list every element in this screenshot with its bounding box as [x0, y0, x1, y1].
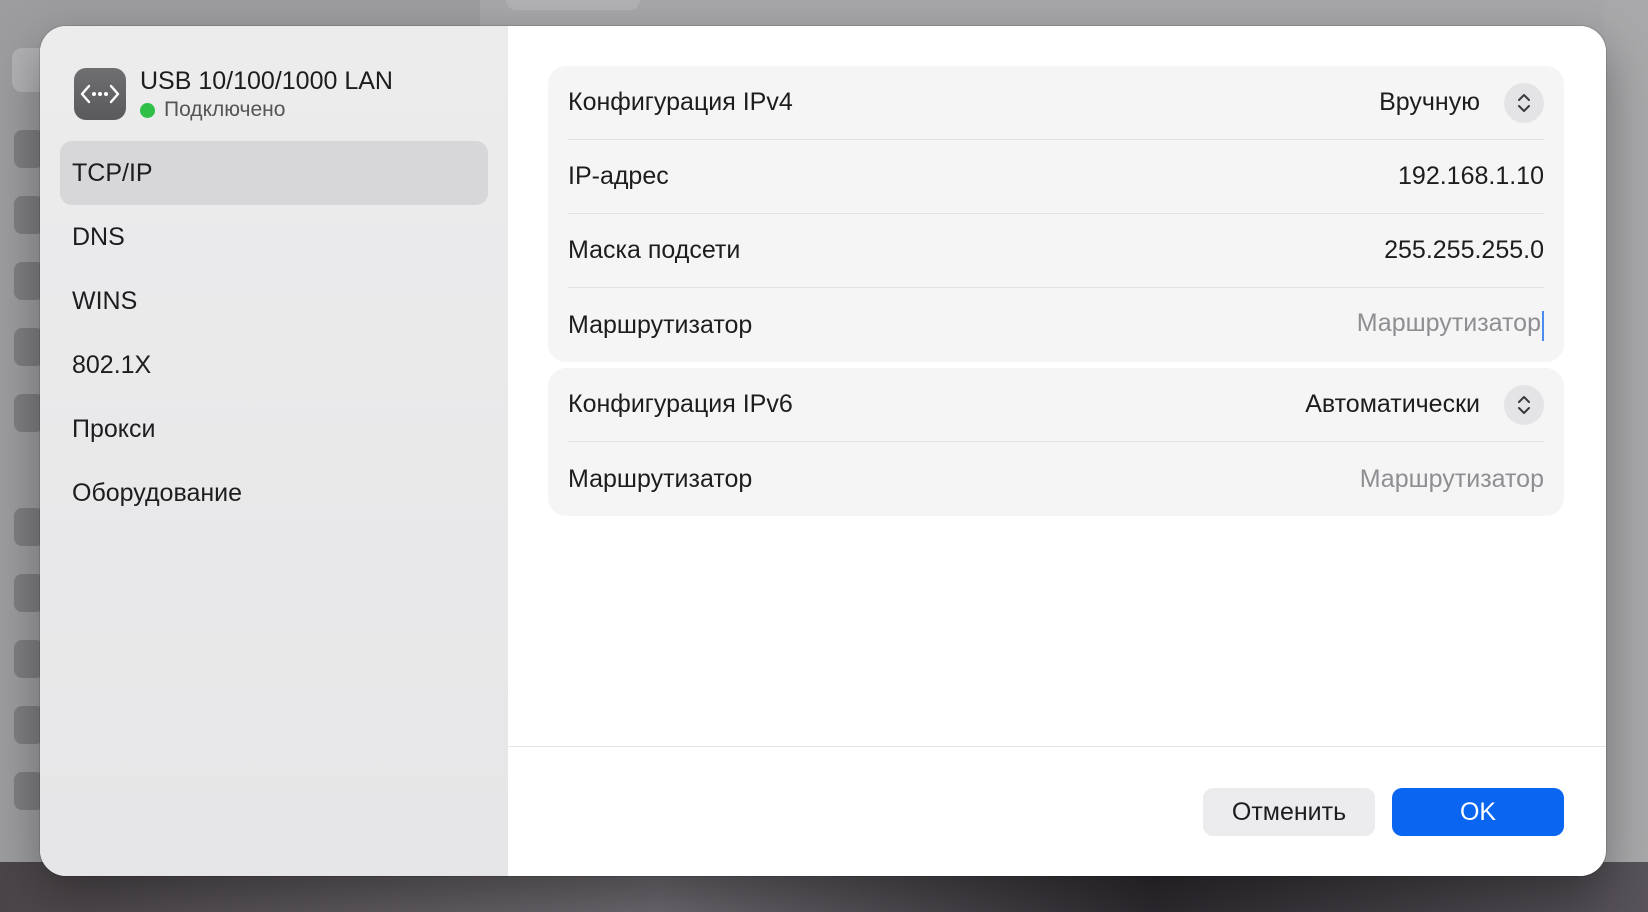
ipv4-group: Конфигурация IPv4 Вручную IP-адрес 192.1…	[548, 66, 1564, 362]
dialog-sidebar: USB 10/100/1000 LAN Подключено TCP/IP DN…	[40, 26, 508, 876]
sidebar-item-dns[interactable]: DNS	[60, 205, 488, 269]
subnet-mask-field[interactable]: 255.255.255.0	[1384, 236, 1544, 265]
device-name: USB 10/100/1000 LAN	[140, 67, 393, 95]
ipv4-config-label: Конфигурация IPv4	[568, 88, 793, 116]
background-right-edge	[1604, 0, 1648, 862]
subnet-mask-label: Маска подсети	[568, 236, 741, 264]
sidebar-item-proxies[interactable]: Прокси	[60, 397, 488, 461]
sidebar-item-tcpip[interactable]: TCP/IP	[60, 141, 488, 205]
ipv6-router-field[interactable]: Маршрутизатор	[1360, 465, 1544, 494]
ipv6-router-row: Маршрутизатор Маршрутизатор	[568, 442, 1544, 516]
status-dot-icon	[140, 102, 155, 118]
ip-address-row: IP-адрес 192.168.1.10	[568, 140, 1544, 214]
ipv4-router-row: Маршрутизатор Маршрутизатор	[568, 288, 1544, 362]
dialog-content: Конфигурация IPv4 Вручную IP-адрес 192.1…	[508, 26, 1606, 876]
sidebar-item-wins[interactable]: WINS	[60, 269, 488, 333]
ipv6-config-value: Автоматически	[1305, 390, 1480, 418]
ipv4-config-value: Вручную	[1379, 88, 1480, 116]
chevron-up-down-icon[interactable]	[1504, 82, 1544, 123]
background-toolbar-pill	[506, 0, 640, 10]
chevron-up-down-icon[interactable]	[1504, 384, 1544, 425]
sidebar-item-8021x[interactable]: 802.1X	[60, 333, 488, 397]
subnet-mask-row: Маска подсети 255.255.255.0	[568, 214, 1544, 288]
ip-address-label: IP-адрес	[568, 162, 669, 190]
ipv6-router-label: Маршрутизатор	[568, 464, 753, 493]
network-details-dialog: USB 10/100/1000 LAN Подключено TCP/IP DN…	[40, 26, 1606, 876]
text-cursor	[1542, 311, 1544, 342]
ipv6-config-popup[interactable]: Автоматически	[1305, 384, 1544, 425]
cancel-button[interactable]: Отменить	[1203, 788, 1375, 836]
ipv4-router-label: Маршрутизатор	[568, 310, 753, 339]
ip-address-field[interactable]: 192.168.1.10	[1398, 162, 1544, 191]
ethernet-dots-icon	[74, 68, 126, 120]
ipv6-group: Конфигурация IPv6 Автоматически Маршрути…	[548, 368, 1564, 516]
settings-nav: TCP/IP DNS WINS 802.1X Прокси Оборудован…	[60, 141, 488, 525]
ipv6-config-row: Конфигурация IPv6 Автоматически	[568, 368, 1544, 442]
ipv4-router-placeholder: Маршрутизатор	[1356, 308, 1541, 337]
device-status-text: Подключено	[164, 98, 286, 121]
ipv6-config-label: Конфигурация IPv6	[568, 390, 793, 418]
device-status: Подключено	[140, 98, 393, 122]
device-header: USB 10/100/1000 LAN Подключено	[74, 66, 393, 122]
footer-divider	[508, 746, 1606, 747]
sidebar-item-hardware[interactable]: Оборудование	[60, 461, 488, 525]
ipv4-config-popup[interactable]: Вручную	[1379, 82, 1544, 123]
ipv4-config-row: Конфигурация IPv4 Вручную	[568, 66, 1544, 140]
ok-button[interactable]: OK	[1392, 788, 1564, 836]
ipv4-router-field[interactable]: Маршрутизатор	[1357, 309, 1544, 342]
